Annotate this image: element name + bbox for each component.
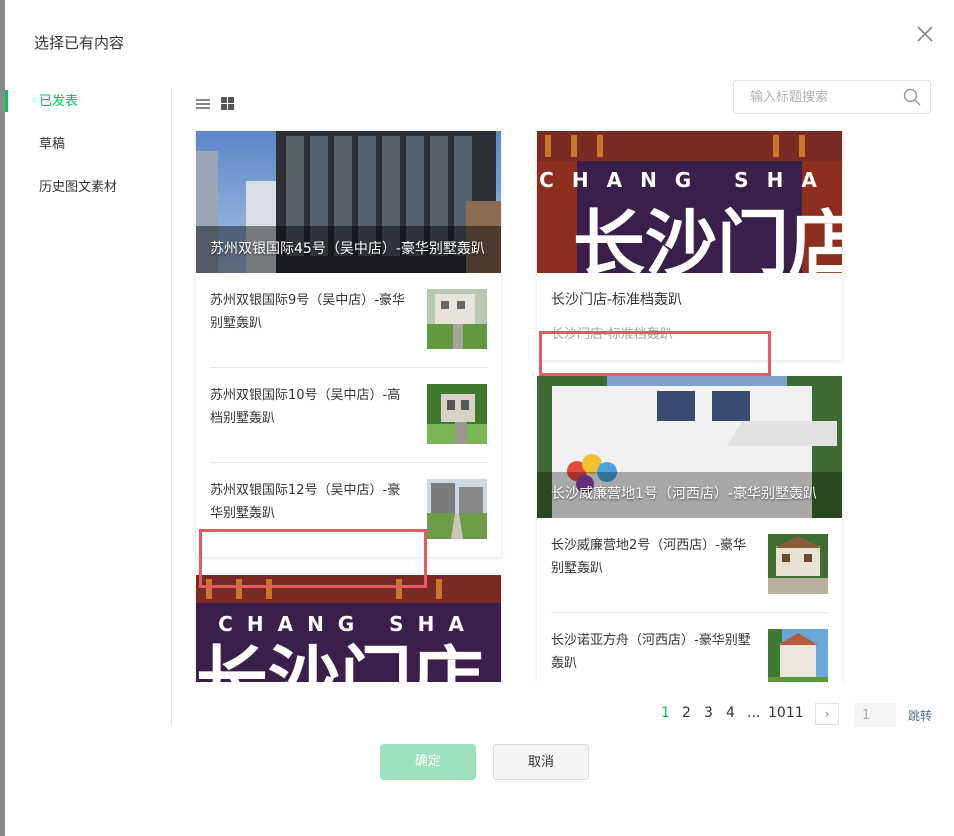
list-item[interactable]: 长沙威廉营地2号（河西店）-豪华别墅轰趴 [551, 518, 828, 613]
list-item[interactable]: 苏州双银国际10号（吴中店）-高档别墅轰趴 [210, 368, 487, 463]
article-thumbnail [427, 384, 487, 444]
pagination: 1 2 3 4 ... 1011 › 跳转 [0, 703, 954, 727]
dialog-title: 选择已有内容 [34, 34, 125, 52]
highlight-box [539, 331, 771, 376]
cover-text-big: 长沙门店 [196, 638, 484, 682]
cover-text-top: CHANG SHA [539, 168, 835, 192]
list-item[interactable]: 长沙诺亚方舟（河西店）-豪华别墅轰趴 [551, 613, 828, 682]
page-ellipsis: ... [747, 705, 761, 721]
article-title: 苏州双银国际10号（吴中店）-高档别墅轰趴 [210, 388, 401, 426]
article-title: 苏州双银国际9号（吴中店）-豪华别墅轰趴 [210, 293, 405, 331]
page-3[interactable]: 3 [704, 705, 713, 721]
search-box [733, 80, 931, 114]
article-title: 长沙诺亚方舟（河西店）-豪华别墅轰趴 [551, 633, 751, 671]
list-view-icon[interactable] [196, 95, 210, 114]
article-card[interactable]: 苏州双银国际45号（吴中店）-豪华别墅轰趴 苏州双银国际9号（吴中店）-豪华别墅… [196, 131, 501, 557]
view-toggle [196, 94, 240, 114]
next-page-button[interactable]: › [815, 703, 839, 725]
cover-image: CHANG SHA 长沙门店 [537, 131, 842, 273]
article-thumbnail [768, 534, 828, 594]
article-thumbnail [768, 629, 828, 682]
jump-link[interactable]: 跳转 [908, 707, 932, 724]
article-card[interactable]: CHANG SHA 长沙门店 [196, 575, 501, 682]
grid-view-icon[interactable] [221, 95, 235, 114]
cover-image: 苏州双银国际45号（吴中店）-豪华别墅轰趴 [196, 131, 501, 273]
close-icon[interactable] [914, 23, 936, 45]
cancel-button[interactable]: 取消 [493, 744, 589, 780]
cover-text-big: 长沙门店 [573, 202, 842, 273]
article-title: 长沙威廉营地2号（河西店）-豪华别墅轰趴 [551, 538, 746, 576]
cover-image: 长沙威廉营地1号（河西店）-豪华别墅轰趴 [537, 376, 842, 518]
article-thumbnail [427, 289, 487, 349]
confirm-button[interactable]: 确定 [380, 744, 476, 780]
cover-title: 长沙威廉营地1号（河西店）-豪华别墅轰趴 [551, 486, 817, 502]
article-card[interactable]: CHANG SHA 长沙门店 长沙门店-标准档轰趴 长沙门店-标准档轰趴 [537, 131, 842, 360]
page-jump-input[interactable] [854, 703, 896, 727]
page-2[interactable]: 2 [682, 705, 691, 721]
cover-text-top: CHANG SHA [218, 612, 478, 636]
article-grid: 苏州双银国际45号（吴中店）-豪华别墅轰趴 苏州双银国际9号（吴中店）-豪华别墅… [190, 125, 860, 682]
page-4[interactable]: 4 [726, 705, 735, 721]
list-item[interactable]: 苏州双银国际9号（吴中店）-豪华别墅轰趴 [210, 273, 487, 368]
article-title: 长沙门店-标准档轰趴 [551, 292, 683, 308]
page-1[interactable]: 1 [661, 705, 670, 721]
sidebar-item-history-materials[interactable]: 历史图文素材 [5, 166, 171, 209]
search-input[interactable] [748, 81, 902, 113]
cover-title: 苏州双银国际45号（吴中店）-豪华别墅轰趴 [210, 241, 485, 257]
sidebar-item-published[interactable]: 已发表 [5, 80, 171, 123]
sidebar-item-drafts[interactable]: 草稿 [5, 123, 171, 166]
sidebar-nav: 已发表 草稿 历史图文素材 [5, 80, 171, 209]
cover-image: CHANG SHA 长沙门店 [196, 575, 501, 682]
search-icon[interactable] [903, 88, 921, 110]
highlight-box [199, 529, 427, 588]
sidebar-divider [171, 88, 172, 726]
article-card[interactable]: 长沙威廉营地1号（河西店）-豪华别墅轰趴 长沙威廉营地2号（河西店）-豪华别墅轰… [537, 376, 842, 682]
article-thumbnail [427, 479, 487, 539]
page-last[interactable]: 1011 [768, 705, 804, 721]
